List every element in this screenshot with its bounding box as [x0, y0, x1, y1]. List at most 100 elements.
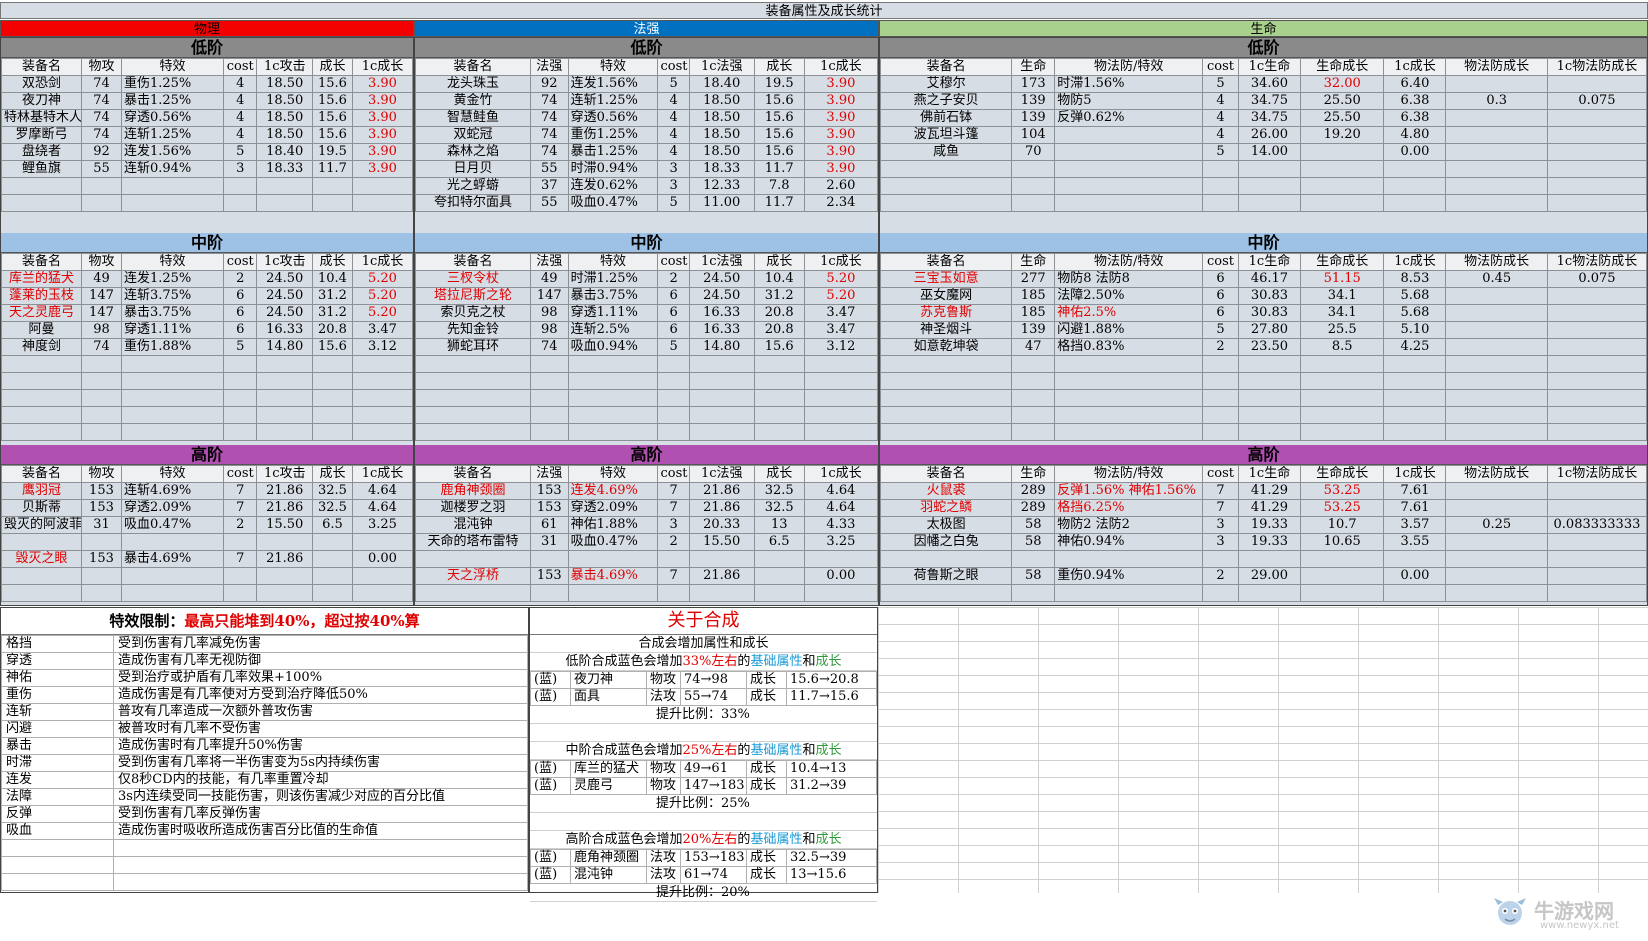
table-cell: 11.00 [688, 194, 755, 212]
table-cell [415, 406, 531, 424]
table-cell [80, 389, 122, 407]
table-cell [1546, 160, 1647, 178]
table-cell: 3.57 [1383, 516, 1447, 534]
table-cell: 连斩0.94% [120, 160, 225, 178]
table-row: 鹰羽冠 153 连斩4.69% 7 21.86 32.5 4.64 [1, 482, 413, 500]
effect-row [1, 856, 528, 874]
phys-low-table: 装备名 物攻 特效 cost 1c攻击 成长 1c成长 双恐剑 74 重伤1.25% 4 18.50 1… [1, 58, 413, 212]
table-row [880, 584, 1647, 602]
table-cell [1011, 584, 1056, 602]
table-cell [753, 355, 805, 373]
table-cell: 7.61 [1383, 499, 1447, 517]
phys-mid-table: 装备名 物攻 特效 cost 1c攻击 成长 1c成长 库兰的猛犬 49 连发1.25% 2 24.5… [1, 253, 413, 441]
table-cell [1237, 550, 1301, 568]
table-cell: 5 [657, 194, 690, 212]
table-cell [415, 355, 531, 373]
table-cell: 3 [1202, 516, 1239, 534]
phys-tier-high-header: 高阶 [1, 445, 413, 465]
column-header: cost [657, 58, 690, 76]
table-cell: 0.3 [1445, 92, 1548, 110]
table-cell [1054, 423, 1204, 441]
column-header: 特效 [120, 253, 225, 271]
table-cell: 5.10 [1383, 321, 1447, 339]
table-cell: 15.6 [311, 75, 353, 93]
table-cell [1445, 177, 1548, 195]
synthesis-cell: 49→61 [680, 760, 747, 778]
effect-limit-title: 特效限制：最高只能堆到40%，超过按40%算 [1, 608, 528, 635]
table-cell: 147 [80, 287, 122, 305]
table-cell: 3.90 [351, 126, 413, 144]
table-row [1, 389, 413, 407]
table-cell: 4 [657, 109, 690, 127]
table-cell [1237, 389, 1301, 407]
effect-description [113, 856, 528, 874]
table-row: 毁灭之眼 153 暴击4.69% 7 21.86 0.00 [1, 550, 413, 568]
table-cell: 92 [80, 143, 122, 161]
phys-tier-mid-header: 中阶 [1, 233, 413, 253]
table-cell: 41.29 [1237, 482, 1301, 500]
table-cell: 罗摩断弓 [1, 126, 82, 144]
table-cell [311, 406, 353, 424]
column-header: 1c成长 [803, 253, 878, 271]
table-cell [1445, 304, 1548, 322]
table-cell [1445, 75, 1548, 93]
table-cell: 暴击3.75% [567, 287, 659, 305]
table-cell [223, 372, 258, 390]
table-cell [529, 423, 569, 441]
effect-description: 受到伤害有几率减免伤害 [113, 635, 528, 653]
effect-name: 时滞 [1, 754, 114, 772]
table-cell: 双恐剑 [1, 75, 82, 93]
synthesis-cell: 11.7→15.6 [786, 688, 877, 706]
table-cell [567, 550, 659, 568]
header-row: 装备名 生命 物法防/特效 cost 1c生命 生命成长 1c成长 物法防成长 1c物法防成长 [880, 465, 1647, 483]
table-row [880, 160, 1647, 178]
table-row [1, 406, 413, 424]
effect-description [113, 873, 528, 891]
table-cell [1299, 194, 1385, 212]
table-cell [1, 355, 82, 373]
table-cell: 25.50 [1299, 109, 1385, 127]
table-cell: 6 [1202, 270, 1239, 288]
table-cell [1299, 372, 1385, 390]
table-cell [1237, 406, 1301, 424]
table-cell [657, 389, 690, 407]
table-cell [880, 389, 1013, 407]
table-cell: 74 [80, 109, 122, 127]
table-row: 波瓦坦斗篷 104 4 26.00 19.20 4.80 [880, 126, 1647, 144]
table-cell [1445, 567, 1548, 585]
effect-name [1, 856, 114, 874]
column-header: 1c攻击 [256, 465, 313, 483]
column-header: 生命 [1011, 465, 1056, 483]
table-cell: 7 [657, 482, 690, 500]
table-cell: 32.5 [753, 482, 805, 500]
table-cell [880, 550, 1013, 568]
table-cell: 先知金铃 [415, 321, 531, 339]
effect-description: 被普攻时有几率不受伤害 [113, 720, 528, 738]
table-cell [80, 177, 122, 195]
table-cell [1299, 143, 1385, 161]
table-cell [529, 550, 569, 568]
table-cell: 3.90 [351, 75, 413, 93]
table-cell: 30.83 [1237, 304, 1301, 322]
table-cell [1299, 355, 1385, 373]
table-cell: 173 [1011, 75, 1056, 93]
table-cell: 6 [657, 287, 690, 305]
table-cell: 6.40 [1383, 75, 1447, 93]
table-cell: 8.5 [1299, 338, 1385, 356]
table-cell [223, 177, 258, 195]
column-header: 法强 [529, 58, 569, 76]
table-cell: 特林基特木人 [1, 109, 82, 127]
table-cell: 18.40 [256, 143, 313, 161]
table-cell: 5 [223, 338, 258, 356]
table-cell [1, 423, 82, 441]
synthesis-cell: 法攻 [646, 688, 681, 706]
table-cell: 74 [529, 126, 569, 144]
column-header: 成长 [753, 253, 805, 271]
column-header: 生命 [1011, 58, 1056, 76]
mascot-logo-icon [1494, 898, 1526, 925]
table-cell [1383, 389, 1447, 407]
table-cell: 5.20 [803, 287, 878, 305]
synthesis-cell: 成长 [746, 671, 787, 689]
synthesis-example-row: (蓝) 灵鹿弓 物攻 147→183 成长 31.2→39 [530, 777, 877, 795]
effect-name: 连斩 [1, 703, 114, 721]
